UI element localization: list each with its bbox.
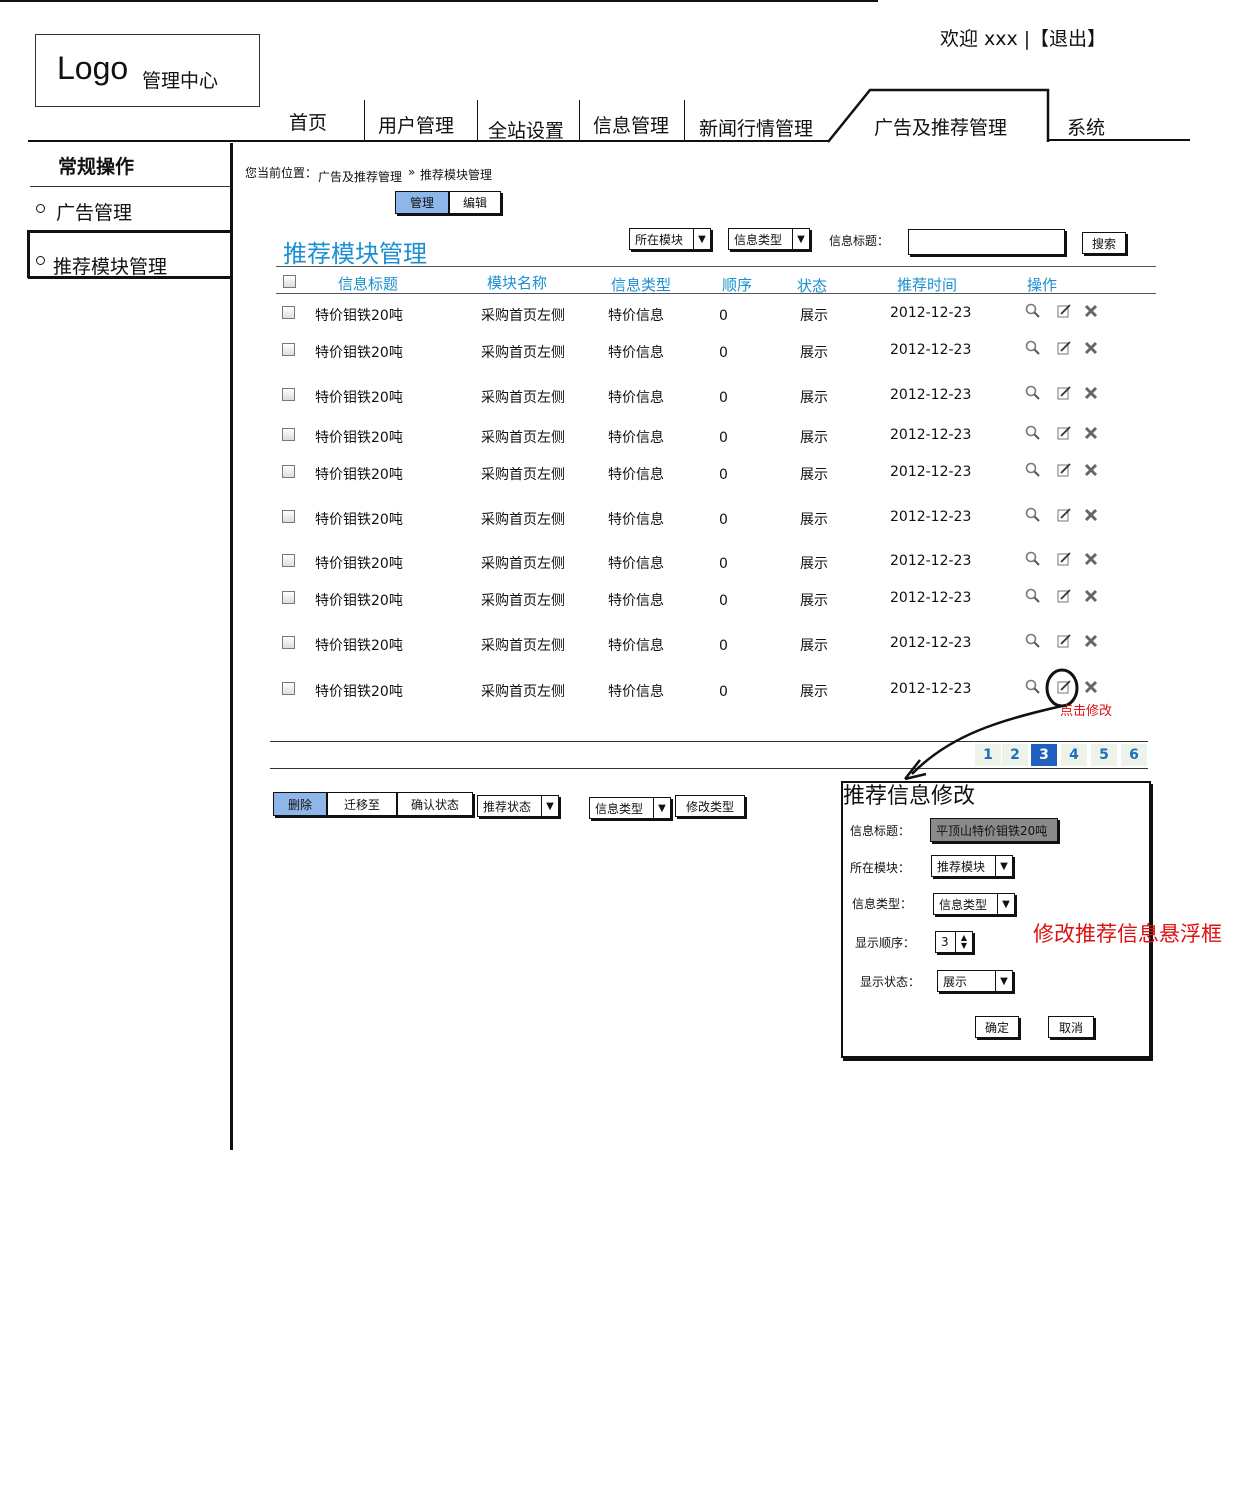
modal-title-label: 信息标题： <box>850 824 911 838</box>
edit-annotation-arrow <box>904 668 1079 781</box>
modal-status-value: 展示 <box>943 974 968 989</box>
modal-order-value: 3 <box>941 935 949 949</box>
modal-status-label: 显示状态： <box>860 975 921 989</box>
modal-module-value: 推荐模块 <box>937 859 986 874</box>
click-edit-note: 点击修改 <box>1060 704 1113 719</box>
chevron-down-icon: ▼ <box>995 856 1012 876</box>
modal-title: 推荐信息修改 <box>843 784 976 809</box>
modal-type-select[interactable]: 信息类型 ▼ <box>933 893 1015 915</box>
modal-module-label: 所在模块： <box>850 861 911 875</box>
modal-title-input[interactable]: 平顶山特价钼铁20吨 <box>930 818 1058 842</box>
chevron-down-icon: ▼ <box>997 894 1014 914</box>
modal-module-select[interactable]: 推荐模块 ▼ <box>931 855 1013 877</box>
stepper-arrows-icon[interactable]: ▲ ▼ <box>955 932 972 952</box>
modal-type-label: 信息类型： <box>852 897 913 911</box>
modal-status-select[interactable]: 展示 ▼ <box>937 970 1013 992</box>
modal-order-stepper[interactable]: 3 ▲ ▼ <box>935 931 973 953</box>
modal-cancel-button[interactable]: 取消 <box>1048 1016 1094 1038</box>
modal-order-label: 显示顺序： <box>855 936 916 950</box>
modal-type-value: 信息类型 <box>939 897 988 912</box>
modal-ok-button[interactable]: 确定 <box>975 1016 1019 1038</box>
popup-note: 修改推荐信息悬浮框 <box>1033 922 1222 946</box>
chevron-down-icon: ▼ <box>995 971 1012 991</box>
